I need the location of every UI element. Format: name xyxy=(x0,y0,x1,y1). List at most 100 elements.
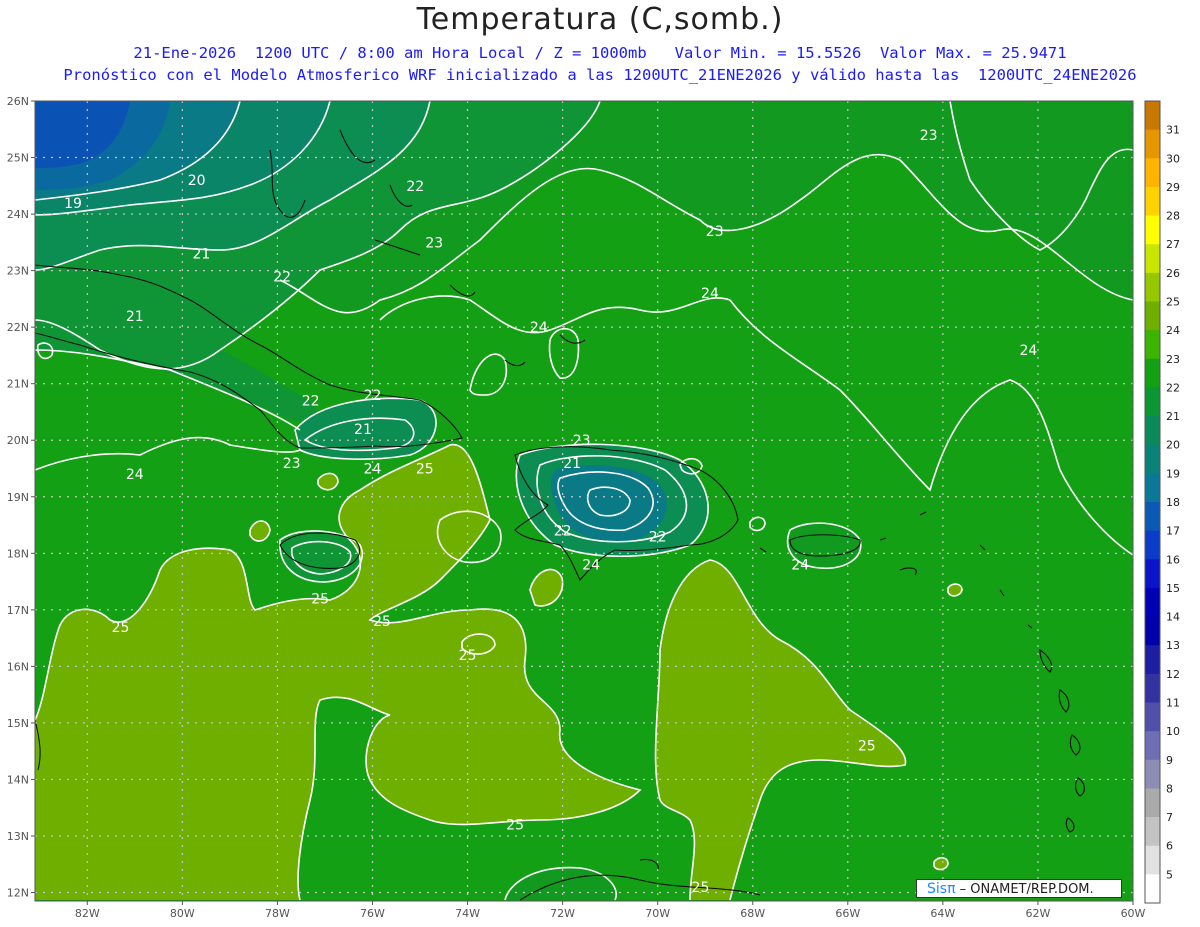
isotherm-label: 23 xyxy=(283,456,301,472)
lat-tick-label: 24N xyxy=(7,208,29,221)
isotherm-label: 20 xyxy=(188,173,206,189)
colorbar-swatch xyxy=(1145,272,1160,302)
colorbar-swatch xyxy=(1145,817,1160,847)
colorbar-swatch xyxy=(1145,559,1160,589)
colorbar-label: 11 xyxy=(1166,697,1180,710)
isotherm-label: 24 xyxy=(791,558,809,574)
colorbar-label: 25 xyxy=(1166,296,1180,309)
lon-tick-label: 72W xyxy=(550,907,575,920)
colorbar-label: 19 xyxy=(1166,467,1180,480)
lat-tick-label: 22N xyxy=(7,321,29,334)
colorbar-swatch xyxy=(1145,444,1160,474)
latitude-axis: 26N 25N 24N 23N 22N 21N 20N 19N 18N 17N 16N 15N 14N 1… xyxy=(7,95,35,900)
lat-tick-label: 19N xyxy=(7,491,29,504)
lat-tick-label: 15N xyxy=(7,717,29,730)
isotherm-label: 25 xyxy=(416,461,434,477)
isotherm-label: 24 xyxy=(701,286,719,302)
lon-tick-label: 80W xyxy=(170,907,195,920)
isotherm-label: 24 xyxy=(126,467,144,483)
colorbar-label: 22 xyxy=(1166,381,1180,394)
lat-tick-label: 12N xyxy=(7,887,29,900)
isotherm-label: 22 xyxy=(406,179,424,195)
colorbar-swatch xyxy=(1145,101,1160,131)
colorbar-swatch xyxy=(1145,645,1160,675)
colorbar-label: 8 xyxy=(1166,782,1173,795)
isotherm-label: 22 xyxy=(273,269,291,285)
isotherm-label: 25 xyxy=(692,880,710,896)
isotherm-label: 23 xyxy=(920,128,938,144)
credit-badge: Sisπ – ONAMET/REP.DOM. xyxy=(916,879,1122,898)
isotherm-label: 24 xyxy=(530,320,548,336)
isotherm-label: 23 xyxy=(573,433,591,449)
lon-tick-label: 82W xyxy=(75,907,100,920)
colorbar-swatch xyxy=(1145,731,1160,761)
colorbar-label: 29 xyxy=(1166,181,1180,194)
isotherm-label: 19 xyxy=(64,196,82,212)
colorbar-swatch xyxy=(1145,387,1160,417)
colorbar-swatch xyxy=(1145,759,1160,789)
lon-tick-label: 68W xyxy=(740,907,765,920)
colorbar-swatch xyxy=(1145,158,1160,188)
isotherm-label: 25 xyxy=(858,739,876,755)
isotherm-label: 21 xyxy=(192,247,210,263)
colorbar-swatch xyxy=(1145,530,1160,560)
isotherm-label: 25 xyxy=(311,592,329,608)
lat-tick-label: 25N xyxy=(7,152,29,165)
colorbar-swatch xyxy=(1145,702,1160,732)
isotherm-label: 22 xyxy=(649,529,667,545)
colorbar-label: 5 xyxy=(1166,868,1173,881)
colorbar-label: 27 xyxy=(1166,238,1180,251)
isotherm-label: 23 xyxy=(425,235,443,251)
isotherm-label: 21 xyxy=(354,422,372,438)
colorbar-label: 14 xyxy=(1166,611,1180,624)
longitude-axis: 82W 80W 78W 76W 74W 72W 70W 68W 66W 64W 62W 60W xyxy=(75,901,1146,920)
colorbar-label: 15 xyxy=(1166,582,1180,595)
lat-tick-label: 21N xyxy=(7,378,29,391)
colorbar-label: 26 xyxy=(1166,267,1180,280)
temperature-colorbar: 31 30 29 28 27 26 25 24 23 22 21 20 19 18 17 16 15 14 13 12… xyxy=(1144,100,1180,904)
isotherm-label: 24 xyxy=(582,558,600,574)
isotherm-label: 23 xyxy=(706,224,724,240)
lat-tick-label: 14N xyxy=(7,773,29,786)
lon-tick-label: 74W xyxy=(455,907,480,920)
colorbar-swatch xyxy=(1145,330,1160,360)
sispi-logo: Sisπ xyxy=(927,881,956,897)
colorbar-label: 17 xyxy=(1166,525,1180,538)
colorbar-label: 24 xyxy=(1166,324,1180,337)
credit-text: – ONAMET/REP.DOM. xyxy=(955,882,1094,897)
isotherm-label: 24 xyxy=(1020,343,1038,359)
isotherm-label: 22 xyxy=(302,394,320,410)
isotherm-label: 22 xyxy=(364,388,382,404)
colorbar-label: 12 xyxy=(1166,668,1180,681)
colorbar-swatch xyxy=(1145,673,1160,703)
lon-tick-label: 62W xyxy=(1025,907,1050,920)
colorbar-label: 28 xyxy=(1166,210,1180,223)
colorbar-swatch xyxy=(1145,845,1160,875)
isotherm-label: 25 xyxy=(112,620,130,636)
colorbar-swatch xyxy=(1145,215,1160,245)
isotherm-label: 25 xyxy=(459,648,477,664)
colorbar-swatch xyxy=(1145,186,1160,217)
isotherm-label: 25 xyxy=(373,614,391,630)
colorbar-label: 30 xyxy=(1166,152,1180,165)
lat-tick-label: 17N xyxy=(7,604,29,617)
isotherm-label: 22 xyxy=(554,524,572,540)
colorbar-label: 18 xyxy=(1166,496,1180,509)
colorbar-swatch xyxy=(1145,301,1160,331)
colorbar-swatch xyxy=(1145,416,1160,446)
isotherm-label: 21 xyxy=(126,309,144,325)
colorbar-label: 7 xyxy=(1166,811,1173,824)
colorbar-swatch xyxy=(1145,616,1160,646)
isotherm-label: 24 xyxy=(364,461,382,477)
colorbar-label: 9 xyxy=(1166,754,1173,767)
colorbar-swatch xyxy=(1145,502,1160,532)
colorbar-swatch xyxy=(1145,129,1160,159)
colorbar-swatch xyxy=(1145,358,1160,388)
colorbar-label: 10 xyxy=(1166,725,1180,738)
lon-tick-label: 64W xyxy=(930,907,955,920)
temperature-map: 19 20 21 22 23 22 21 23 23 24 24 24 22 22 21 24 23 24 25 23… xyxy=(7,95,1180,920)
colorbar-label: 16 xyxy=(1166,553,1180,566)
lat-tick-label: 16N xyxy=(7,660,29,673)
isotherm-label: 25 xyxy=(506,818,524,834)
lon-tick-label: 78W xyxy=(265,907,290,920)
